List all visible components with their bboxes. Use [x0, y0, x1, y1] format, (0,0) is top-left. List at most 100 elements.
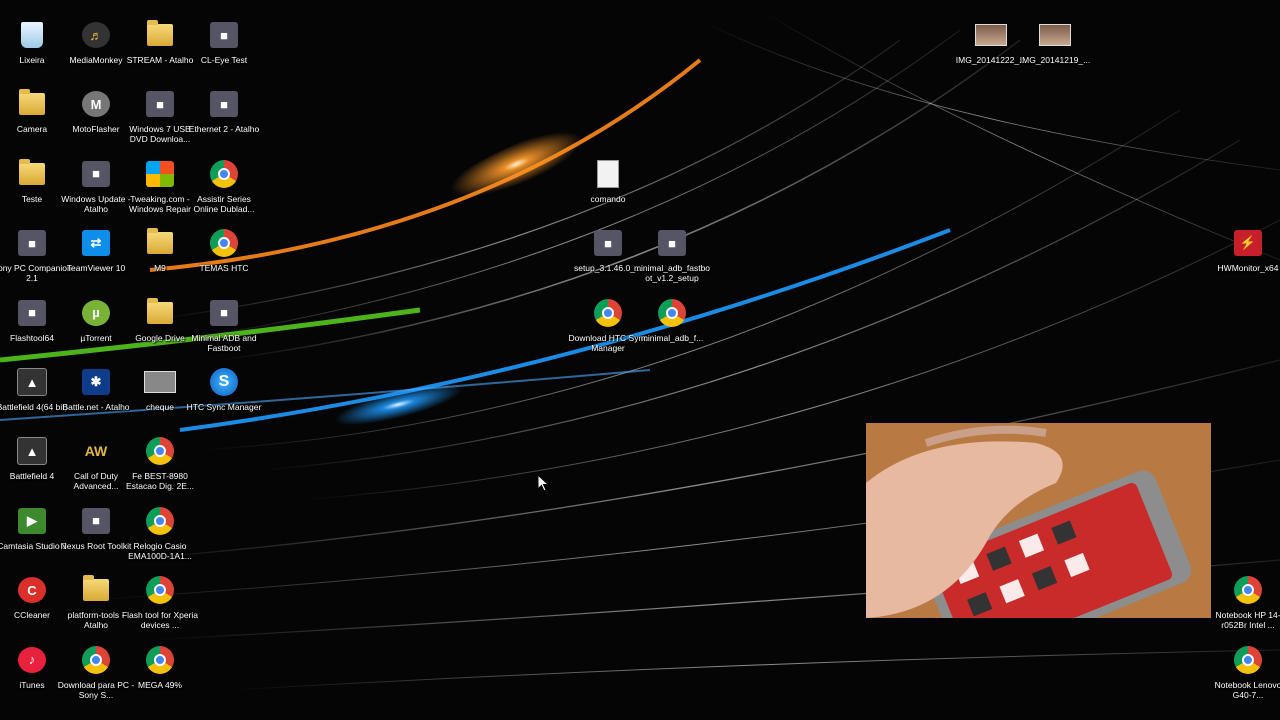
desktop-icon-sony-pc-companion-2-1[interactable]: ■ Sony PC Companion 2.1: [0, 225, 72, 293]
chrome-icon: [144, 574, 176, 606]
desktop-icon-comando[interactable]: comando: [576, 156, 640, 224]
desktop-icon-google-drive[interactable]: Google Drive: [128, 295, 192, 363]
chrome-icon: [1232, 574, 1264, 606]
chrome-icon: [208, 227, 240, 259]
desktop-icon-label: TEMAS HTC: [199, 263, 249, 274]
image-file-icon: [144, 366, 176, 398]
desktop-icon-mega-49[interactable]: MEGA 49%: [128, 642, 192, 710]
setup-icon: ■: [592, 227, 624, 259]
battlefield-icon: ▲: [16, 366, 48, 398]
battlefield-icon: ▲: [16, 435, 48, 467]
battlenet-icon: ✱: [80, 366, 112, 398]
nexus-root-toolkit-icon: ■: [80, 505, 112, 537]
desktop-icon-lixeira[interactable]: Lixeira: [0, 17, 64, 85]
desktop-icon-label: minimal_adb_f...: [640, 333, 704, 343]
network-icon: ■: [208, 88, 240, 120]
desktop-icon-ccleaner[interactable]: C CCleaner: [0, 572, 64, 640]
desktop-icon-assistir-series-online-dublad[interactable]: Assistir Series Online Dublad...: [192, 156, 256, 224]
windows-update-icon: ■: [80, 158, 112, 190]
desktop-icon-notebook-hp-14-r052br-intel[interactable]: Notebook HP 14-r052Br Intel ...: [1215, 572, 1280, 640]
folder-icon: [144, 227, 176, 259]
desktop-icon-windows-update-atalho[interactable]: ■ Windows Update - Atalho: [61, 156, 131, 224]
chrome-icon: [80, 644, 112, 676]
mediamonkey-icon: ♬: [80, 19, 112, 51]
desktop-icon-motoflasher[interactable]: M MotoFlasher: [64, 86, 128, 154]
desktop-icon-minimal-adb-f[interactable]: minimal_adb_f...: [640, 295, 704, 363]
camtasia-icon: ▶: [16, 505, 48, 537]
desktop-icon-htc-sync-manager[interactable]: S HTC Sync Manager: [187, 364, 261, 432]
photo-icon: [975, 19, 1007, 51]
desktop-icon-label: IMG_20141219_...: [1019, 55, 1091, 65]
desktop-icon-camera[interactable]: Camera: [0, 86, 64, 154]
desktop-icon-battlefield-4-64-bit[interactable]: ▲ Battlefield 4(64 bit): [0, 364, 67, 432]
chrome-icon: [144, 505, 176, 537]
desktop-icon-windows-7-usb-dvd-downloa[interactable]: ■ Windows 7 USB DVD Downloa...: [128, 86, 192, 154]
chrome-icon: [144, 435, 176, 467]
desktop-icon-label: Notebook Lenovo G40-7...: [1214, 680, 1280, 700]
desktop-icon-battlefield-4[interactable]: ▲ Battlefield 4: [0, 433, 64, 501]
desktop-icon-download-htc-sync-manager[interactable]: Download HTC Sync Manager: [569, 295, 647, 363]
google-drive-folder-icon: [144, 297, 176, 329]
webcam-video-overlay: [866, 423, 1211, 618]
desktop-icon-label: Relogio Casio EMA100D-1A1...: [128, 540, 192, 561]
folder-icon: [144, 19, 176, 51]
htc-sync-icon: S: [208, 366, 240, 398]
desktop-icon-teamviewer-10[interactable]: ⇄ TeamViewer 10: [64, 225, 128, 293]
hwmonitor-icon: ⚡: [1232, 227, 1264, 259]
chrome-icon: [1232, 644, 1264, 676]
desktop-icon-call-of-duty-advanced[interactable]: AW Call of Duty Advanced...: [64, 433, 128, 501]
desktop-icon-label: Flash tool for Xperia devices ...: [121, 610, 199, 631]
ccleaner-icon: C: [16, 574, 48, 606]
desktop-icon-fe-best-8980-estacao-dig-2e[interactable]: Fe BEST-8980 Estacao Dig. 2E...: [126, 433, 194, 501]
motorola-icon: M: [80, 88, 112, 120]
desktop-icon-torrent[interactable]: µ µTorrent: [64, 295, 128, 363]
teamviewer-icon: ⇄: [80, 227, 112, 259]
desktop-icon-platform-tools-atalho[interactable]: platform-tools - Atalho: [64, 572, 128, 640]
desktop-icon-minimal-adb-fastboot-v1-2-setup[interactable]: ■ minimal_adb_fastboot_v1.2_setup: [634, 225, 710, 293]
itunes-icon: ♪: [16, 644, 48, 676]
desktop-icon-cheque[interactable]: cheque: [128, 364, 192, 432]
mouse-cursor-icon: [537, 474, 549, 492]
camera-icon: ■: [208, 19, 240, 51]
desktop-icon-label: HTC Sync Manager: [186, 402, 262, 412]
phone-video-icon: [866, 423, 1211, 618]
desktop-icon-tweaking-com-windows-repair[interactable]: Tweaking.com - Windows Repair: [128, 156, 192, 224]
desktop-icon-notebook-lenovo-g40-7[interactable]: Notebook Lenovo G40-7...: [1215, 642, 1280, 710]
desktop-icon-setup-3-1-46-0[interactable]: ■ setup_3.1.46.0_...: [574, 225, 642, 293]
text-file-icon: [592, 158, 624, 190]
desktop-icon-temas-htc[interactable]: TEMAS HTC: [192, 225, 256, 293]
desktop-icon-stream-atalho[interactable]: STREAM - Atalho: [127, 17, 193, 85]
call-of-duty-icon: AW: [84, 443, 108, 460]
desktop-icon-label: Minimal ADB and Fastboot: [191, 332, 257, 353]
photo-icon: [1039, 19, 1071, 51]
desktop-icon-label: MEGA 49%: [138, 679, 182, 690]
desktop-icon-battle-net-atalho[interactable]: ✱ Battle.net - Atalho: [62, 364, 130, 432]
desktop-icon-itunes[interactable]: ♪ iTunes: [0, 642, 64, 710]
desktop-icon-flashtool64[interactable]: ■ Flashtool64: [0, 295, 64, 363]
desktop-icon-camtasia-studio-8[interactable]: ▶ Camtasia Studio 8: [0, 503, 67, 571]
chrome-icon: [208, 158, 240, 190]
desktop-icon-teste[interactable]: Teste: [0, 156, 64, 224]
desktop-icon-label: Ethernet 2 - Atalho: [188, 124, 260, 135]
desktop-icon-relogio-casio-ema100d-1a1[interactable]: Relogio Casio EMA100D-1A1...: [128, 503, 192, 571]
desktop-icon-img-20141219[interactable]: IMG_20141219_...: [1020, 17, 1090, 85]
desktop-icon-cl-eye-test[interactable]: ■ CL-Eye Test: [192, 17, 256, 85]
desktop-icon-nexus-root-toolkit[interactable]: ■ Nexus Root Toolkit: [61, 503, 131, 571]
utorrent-icon: µ: [80, 297, 112, 329]
desktop-icon-ethernet-2-atalho[interactable]: ■ Ethernet 2 - Atalho: [189, 86, 259, 154]
desktop-icon-label: CL-Eye Test: [200, 55, 248, 65]
desktop-icon-img-20141222[interactable]: IMG_20141222_...: [956, 17, 1026, 85]
desktop-icon-m9[interactable]: M9: [128, 225, 192, 293]
desktop-icon-flash-tool-for-xperia-devices[interactable]: Flash tool for Xperia devices ...: [122, 572, 198, 640]
windows-repair-icon: [144, 158, 176, 190]
desktop-icon-hwmonitor-x64[interactable]: ⚡ HWMonitor_x64: [1216, 225, 1280, 293]
desktop-icon-minimal-adb-and-fastboot[interactable]: ■ Minimal ADB and Fastboot: [191, 295, 257, 363]
desktop-icon-download-para-pc-sony-s[interactable]: Download para PC - Sony S...: [58, 642, 134, 710]
desktop-icon-label: Fe BEST-8980 Estacao Dig. 2E...: [125, 471, 195, 492]
folder-icon: [16, 88, 48, 120]
folder-icon: [80, 574, 112, 606]
desktop-icon-label: HWMonitor_x64: [1217, 263, 1279, 273]
usb-dvd-icon: ■: [144, 88, 176, 120]
desktop-icon-mediamonkey[interactable]: ♬ MediaMonkey: [64, 17, 128, 85]
installer-icon: ■: [656, 227, 688, 259]
